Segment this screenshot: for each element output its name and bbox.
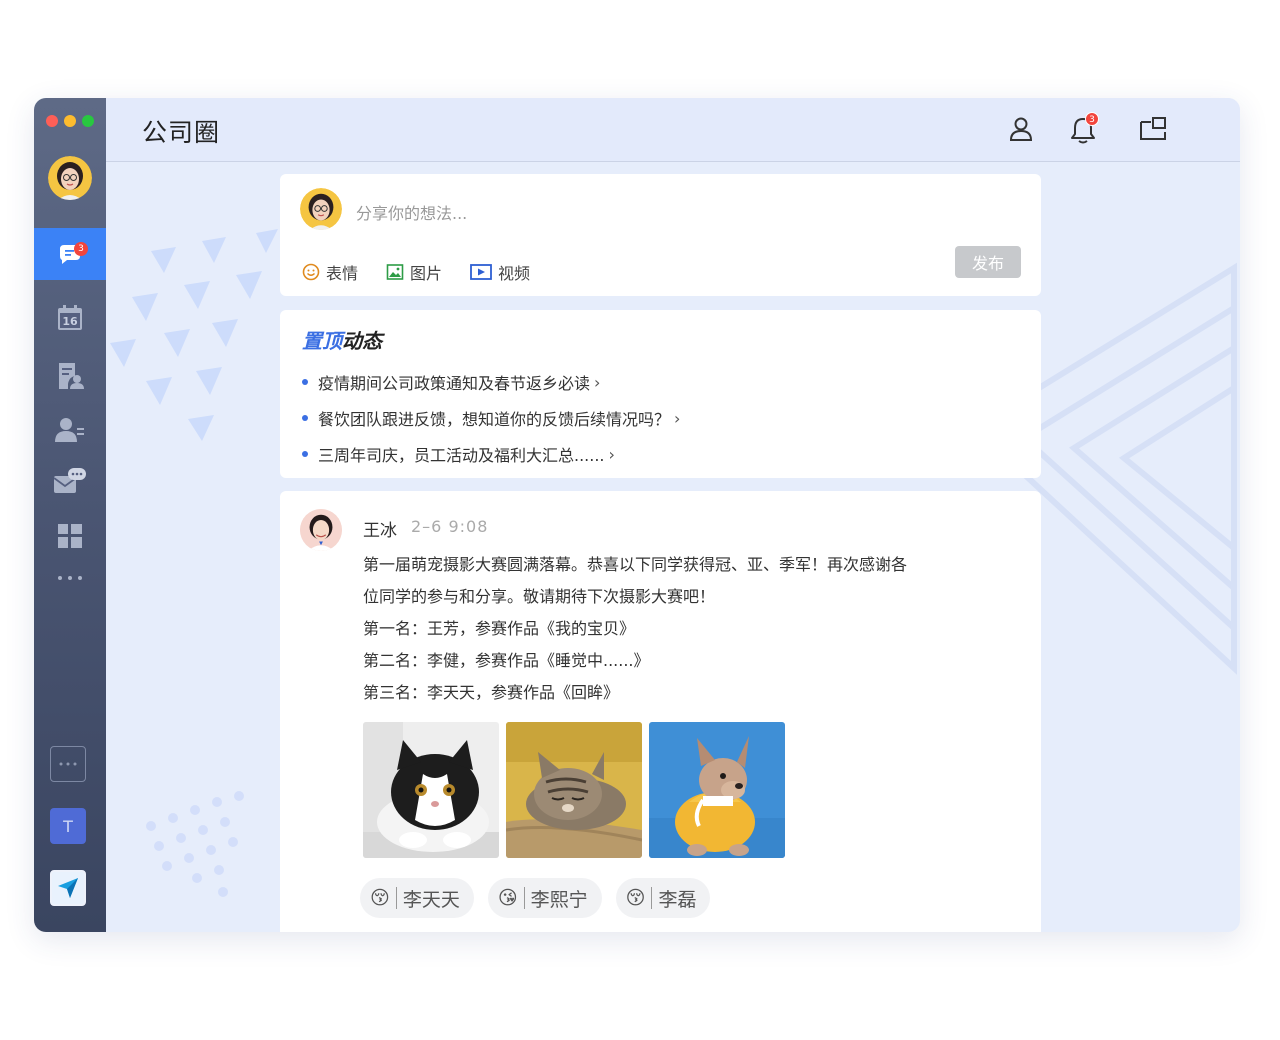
notifications-button[interactable]: 3 [1070, 112, 1099, 144]
post-content: 第一届萌宠摄影大赛圆满落幕。恭喜以下同学获得冠、亚、季军！再次感谢各 位同学的参… [363, 555, 908, 702]
page-title: 公司圈 [142, 118, 221, 147]
composer-avatar [300, 188, 342, 230]
sidebar-item-contacts[interactable] [34, 404, 106, 456]
pinned-item[interactable]: 三周年司庆，员工活动及福利大汇总...... › [302, 436, 680, 472]
user-avatar[interactable] [48, 156, 92, 200]
reaction-chip[interactable]: 😘 李熙宁 [487, 878, 602, 918]
sidebar-item-mail[interactable] [34, 456, 106, 508]
sidebar-item-approval[interactable] [34, 350, 106, 402]
sidebar-item-calendar[interactable]: 16 [34, 292, 106, 344]
chevron-right-icon: › [608, 444, 615, 464]
video-button-label: 视频 [498, 264, 531, 283]
sidebar-item-messages[interactable]: 3 [34, 228, 106, 280]
mail-chat-icon [54, 468, 86, 493]
chevron-right-icon: › [674, 408, 681, 428]
emoji-icon [302, 263, 320, 281]
window-switch-icon [1140, 117, 1166, 140]
profile-button[interactable] [1008, 116, 1034, 142]
kissing-face-icon: 😚 [625, 887, 646, 909]
sleeping-cat-photo[interactable] [506, 722, 642, 858]
pinned-item[interactable]: 疫情期间公司政策通知及春节返乡必读 › [302, 364, 680, 400]
dot-pattern-decoration [146, 791, 244, 897]
maximize-window-button[interactable] [82, 115, 94, 127]
pinned-item[interactable]: 餐饮团队跟进反馈，想知道你的反馈后续情况吗？ › [302, 400, 680, 436]
minimize-window-button[interactable] [64, 115, 76, 127]
messages-badge: 3 [74, 242, 88, 256]
post-time: 2–6 9:08 [411, 517, 489, 536]
more-dots-icon [58, 576, 82, 580]
paper-plane-icon [58, 878, 78, 898]
reaction-chip[interactable]: 😚 李天天 [360, 878, 474, 918]
author-name[interactable]: 王冰 [363, 516, 397, 541]
image-icon [386, 264, 404, 280]
emoji-button[interactable]: 表情 [302, 260, 358, 284]
publish-button[interactable]: 发布 [955, 246, 1021, 278]
contacts-icon [55, 418, 84, 442]
team-tile[interactable]: T [50, 808, 86, 844]
app-window: 3 16 T 公司圈 3 分享你的想法... 表情 图片 视频 发布 置顶动态 … [34, 98, 1240, 932]
cat-photo[interactable] [363, 722, 499, 858]
feed-post: 王冰 2–6 9:08 第一届萌宠摄影大赛圆满落幕。恭喜以下同学获得冠、亚、季军… [280, 491, 1041, 932]
svg-text:16: 16 [62, 315, 78, 328]
post-composer: 分享你的想法... 表情 图片 视频 发布 [280, 174, 1041, 296]
document-user-icon [59, 363, 84, 389]
sidebar: 3 16 T [34, 98, 106, 932]
reaction-list: 😚 李天天 😘 李熙宁 😚 李磊 [360, 878, 711, 918]
pinned-list: 疫情期间公司政策通知及春节返乡必读 › 餐饮团队跟进反馈，想知道你的反馈后续情况… [302, 364, 680, 472]
video-button[interactable]: 视频 [470, 260, 530, 284]
post-photos [363, 722, 785, 858]
pinned-title: 置顶动态 [302, 329, 382, 353]
pinned-posts: 置顶动态 疫情期间公司政策通知及春节返乡必读 › 餐饮团队跟进反馈，想知道你的反… [280, 310, 1041, 478]
chevron-right-icon: › [594, 372, 601, 392]
triangle-pattern-decoration [110, 229, 278, 441]
composer-input[interactable]: 分享你的想法... [356, 200, 467, 224]
author-avatar[interactable] [300, 509, 342, 551]
window-mode-button[interactable] [1139, 116, 1166, 142]
reaction-user-name: 李天天 [402, 888, 460, 911]
send-app-button[interactable] [50, 870, 86, 906]
emoji-button-label: 表情 [326, 264, 359, 283]
reaction-user-name: 李熙宁 [530, 888, 588, 911]
calendar-icon: 16 [58, 305, 82, 330]
apps-grid-icon [58, 524, 82, 548]
user-icon [1009, 117, 1033, 141]
close-window-button[interactable] [46, 115, 58, 127]
kissing-face-icon: 😚 [370, 887, 390, 909]
ellipsis-icon [59, 762, 77, 766]
image-button[interactable]: 图片 [386, 260, 442, 284]
kiss-heart-icon: 😘 [497, 887, 518, 909]
sidebar-item-more[interactable] [34, 552, 106, 604]
header: 公司圈 3 [106, 98, 1240, 162]
more-apps-button[interactable] [50, 746, 86, 782]
dog-photo[interactable] [649, 722, 785, 858]
reaction-user-name: 李磊 [658, 888, 697, 911]
composer-toolbar: 表情 图片 视频 [302, 260, 558, 284]
video-icon [470, 264, 492, 280]
image-button-label: 图片 [410, 264, 443, 283]
window-controls [46, 115, 94, 127]
notifications-badge: 3 [1085, 112, 1099, 126]
reaction-chip[interactable]: 😚 李磊 [615, 878, 711, 918]
